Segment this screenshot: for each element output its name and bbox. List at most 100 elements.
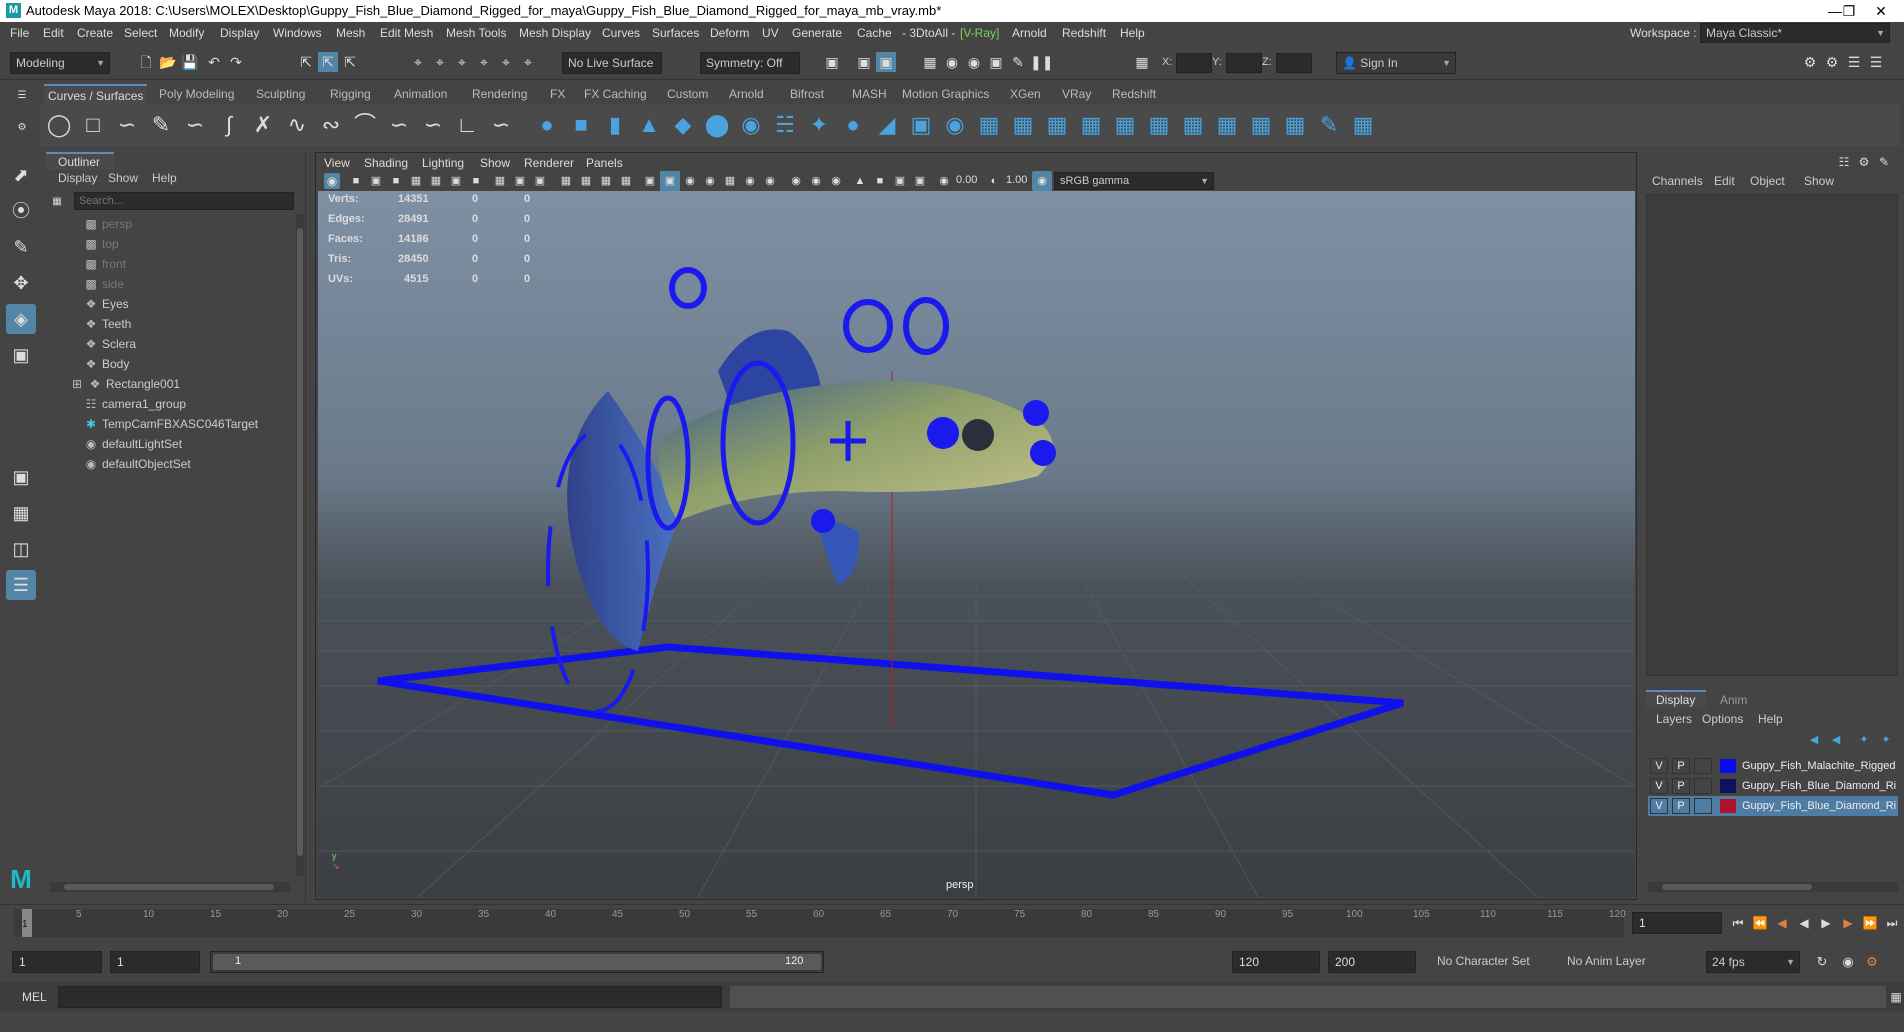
outliner-menu-help[interactable]: Help [152, 171, 177, 185]
two-sided-icon[interactable]: ▣ [890, 171, 910, 191]
channel-list[interactable] [1646, 194, 1898, 676]
outliner-search-input[interactable] [74, 192, 294, 210]
modeling-toolkit-icon[interactable]: ⚙ [1800, 52, 1820, 72]
shelf-tab-mash[interactable]: MASH [848, 84, 891, 104]
preferences-icon[interactable]: ⚙ [1862, 952, 1882, 972]
snap-curve-icon[interactable]: ⌖ [430, 52, 450, 72]
go-to-end-icon[interactable]: ⏭ [1882, 913, 1902, 933]
outliner-item-tempcam-target[interactable]: ✱ TempCamFBXASC046Target [84, 414, 258, 434]
outliner-item-top[interactable]: ▩ top [84, 234, 118, 254]
nurbs-cube-icon[interactable]: ■ [568, 112, 594, 138]
grease-pencil-icon[interactable]: ◉ [806, 171, 826, 191]
channel-box-toggle-icon[interactable]: ☷ [1834, 152, 1854, 172]
motion-blur-icon[interactable]: ◉ [760, 171, 780, 191]
camera-attributes-icon[interactable]: ◉ [324, 173, 340, 189]
menu-mesh[interactable]: Mesh [336, 26, 365, 40]
birail-icon[interactable]: ◢ [874, 112, 900, 138]
channels-menu-object[interactable]: Object [1750, 174, 1785, 188]
menu-edit[interactable]: Edit [43, 26, 64, 40]
character-set-dropdown[interactable]: No Character Set [1432, 951, 1550, 973]
loft-icon[interactable]: ☵ [772, 112, 798, 138]
textured-icon[interactable]: ▦ [576, 171, 596, 191]
layer-reference-toggle[interactable] [1694, 778, 1712, 794]
planar-icon[interactable]: ✦ [806, 112, 832, 138]
step-back-frame-icon[interactable]: ◀ [1772, 913, 1792, 933]
menu-display[interactable]: Display [220, 26, 259, 40]
viewport-menu-show[interactable]: Show [480, 156, 510, 170]
ipr-render-icon[interactable]: ▣ [876, 52, 896, 72]
four-view-layout-icon[interactable]: ▦ [6, 498, 36, 528]
menu-mesh-display[interactable]: Mesh Display [519, 26, 591, 40]
range-bar-handle[interactable]: 1 120 [213, 954, 821, 970]
animation-end-field[interactable]: 200 [1328, 951, 1416, 973]
layer-reference-toggle[interactable] [1694, 798, 1712, 814]
shelf-tab-arnold[interactable]: Arnold [725, 84, 768, 104]
move-layer-down-icon[interactable]: ◀ [1826, 730, 1846, 750]
sign-in-button[interactable]: 👤 Sign In ▼ [1336, 52, 1456, 74]
undo-icon[interactable]: ↶ [204, 52, 224, 72]
menu-edit-mesh[interactable]: Edit Mesh [380, 26, 433, 40]
two-pane-layout-icon[interactable]: ◫ [6, 534, 36, 564]
exposure-icon[interactable]: ◉ [934, 171, 954, 191]
layer-visibility-toggle[interactable]: V [1650, 778, 1668, 794]
scale-tool-icon[interactable]: ▣ [6, 340, 36, 370]
step-forward-key-icon[interactable]: ⏩ [1860, 913, 1880, 933]
step-forward-frame-icon[interactable]: ▶ [1838, 913, 1858, 933]
tool-settings-icon[interactable]: ☰ [1866, 52, 1886, 72]
range-bar[interactable]: 1 120 [210, 951, 824, 973]
loop-icon[interactable]: ↻ [1812, 952, 1832, 972]
paint-select-tool-icon[interactable]: ✎ [6, 232, 36, 262]
menu-modify[interactable]: Modify [169, 26, 204, 40]
time-slider-track[interactable]: 1 5 10 15 20 25 30 35 40 45 50 55 60 65 … [14, 909, 1626, 937]
menu-deform[interactable]: Deform [710, 26, 749, 40]
isolate-select-icon[interactable]: ◉ [786, 171, 806, 191]
channels-menu-edit[interactable]: Edit [1714, 174, 1735, 188]
layer-color-swatch[interactable] [1720, 799, 1736, 813]
shelf-tab-poly-modeling[interactable]: Poly Modeling [155, 84, 238, 104]
tool-settings-toggle-icon[interactable]: ✎ [1874, 152, 1894, 172]
shelf-tab-rigging[interactable]: Rigging [326, 84, 375, 104]
insert-isoparm-icon[interactable]: ▦ [1180, 112, 1206, 138]
viewport-menu-lighting[interactable]: Lighting [422, 156, 464, 170]
menu-cache[interactable]: Cache [857, 26, 892, 40]
shadows-icon[interactable]: ▦ [616, 171, 636, 191]
menu-surfaces[interactable]: Surfaces [652, 26, 699, 40]
construction-history-icon[interactable]: ▣ [822, 52, 842, 72]
shelf-tab-redshift[interactable]: Redshift [1108, 84, 1160, 104]
menu-curves[interactable]: Curves [602, 26, 640, 40]
outliner-item-body[interactable]: ❖ Body [84, 354, 130, 374]
extend-surface-icon[interactable]: ▦ [1146, 112, 1172, 138]
layer-playback-toggle[interactable]: P [1672, 758, 1690, 774]
intersect-surfaces-icon[interactable]: ▦ [1044, 112, 1070, 138]
x-field[interactable] [1176, 53, 1212, 73]
transform-mode-icon[interactable]: ▦ [1132, 52, 1152, 72]
shelf-tab-fx-caching[interactable]: FX Caching [580, 84, 651, 104]
outliner-item-defaultlightset[interactable]: ◉ defaultLightSet [84, 434, 182, 454]
render-frame-icon[interactable]: ▣ [986, 52, 1006, 72]
outliner-item-persp[interactable]: ▩ persp [84, 214, 132, 234]
menu-mesh-tools[interactable]: Mesh Tools [446, 26, 506, 40]
arc-icon[interactable]: ⌒ [352, 112, 378, 138]
close-icon[interactable]: ✕ [1858, 0, 1904, 22]
redo-icon[interactable]: ↷ [226, 52, 246, 72]
xray-joints-icon[interactable]: ▣ [660, 171, 680, 191]
layer-menu-help[interactable]: Help [1758, 712, 1783, 726]
untrim-icon[interactable]: ▦ [1112, 112, 1138, 138]
antialiasing-icon[interactable]: ▦ [720, 171, 740, 191]
film-gate-icon[interactable]: ■ [386, 171, 406, 191]
filter-icon[interactable]: ▦ [50, 192, 64, 207]
shelf-tab-curves-surfaces[interactable]: Curves / Surfaces [44, 84, 148, 104]
isolate-icon[interactable]: ■ [466, 171, 486, 191]
animation-start-field[interactable]: 1 [12, 951, 102, 973]
menu-generate[interactable]: Generate [792, 26, 842, 40]
time-slider[interactable]: 1 5 10 15 20 25 30 35 40 45 50 55 60 65 … [0, 904, 1904, 940]
attach-surfaces-icon[interactable]: ▦ [1214, 112, 1240, 138]
layer-reference-toggle[interactable] [1694, 758, 1712, 774]
layer-row-selected[interactable]: V P Guppy_Fish_Blue_Diamond_Ri [1648, 796, 1898, 816]
ambient-occlusion-icon[interactable]: ◉ [700, 171, 720, 191]
layer-menu-options[interactable]: Options [1702, 712, 1743, 726]
expand-icon[interactable]: ⊞ [70, 374, 84, 394]
gamma-value[interactable]: 1.00 [1006, 174, 1027, 186]
select-camera-icon[interactable]: ▲ [850, 171, 870, 191]
bezier-curve-icon[interactable]: ∫ [216, 112, 242, 138]
